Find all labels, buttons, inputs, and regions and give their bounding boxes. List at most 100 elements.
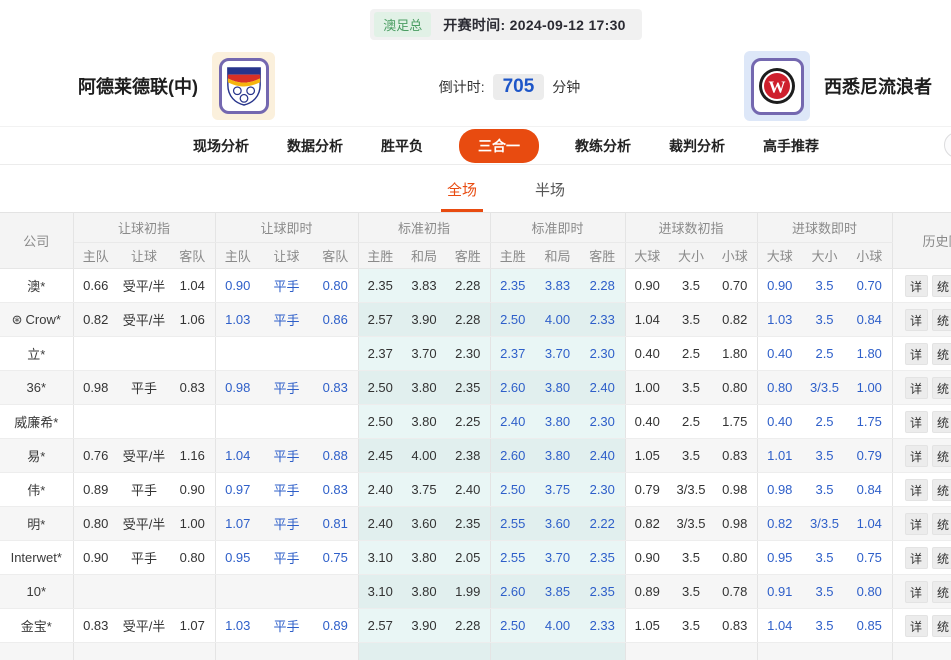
odds-cell: 2.33 [580,303,625,337]
actions-cell: 详统 [892,269,951,303]
company-name: 伟* [27,483,45,498]
odds-cell: 1.07 [170,609,215,643]
stats-button[interactable]: 统 [932,581,951,603]
table-row: 明*0.80受平/半1.001.07平手0.812.403.602.352.55… [0,507,951,541]
stats-button[interactable]: 统 [932,343,951,365]
odds-cell: 平手 [118,371,170,405]
away-team-crest-icon: W [744,51,810,121]
odds-cell: 0.80 [170,541,215,575]
company-cell: 36* [0,371,73,405]
nav-tab-live-analysis[interactable]: 现场分析 [191,132,251,160]
nav-tab-win-draw-lose[interactable]: 胜平负 [379,132,425,160]
stats-button[interactable]: 统 [932,275,951,297]
detail-button[interactable]: 详 [905,275,928,297]
odds-cell [215,405,260,439]
detail-button[interactable]: 详 [905,445,928,467]
odds-cell: 0.83 [170,371,215,405]
detail-button[interactable]: 详 [905,309,928,331]
odds-cell: 0.98 [757,473,802,507]
company-name: 澳* [27,279,45,294]
table-row: 易*0.76受平/半1.161.04平手0.882.454.002.382.60… [0,439,951,473]
column-group-standard-live: 标准即时 [490,213,625,243]
odds-cell: 0.80 [313,269,358,303]
odds-cell: 3/3.5 [669,473,713,507]
nav-tab-referee-analysis[interactable]: 裁判分析 [667,132,727,160]
column-group-standard-initial: 标准初指 [358,213,490,243]
odds-cell: 0.66 [73,269,118,303]
odds-cell: 平手 [260,303,313,337]
odds-cell: 2.55 [490,541,535,575]
subcolumn-header: 主队 [73,243,118,269]
odds-cell [260,337,313,371]
odds-table-header: 公司让球初指让球即时标准初指标准即时进球数初指进球数即时历史同赔主队让球客队主队… [0,213,951,269]
company-cell: ⊛Crow* [0,303,73,337]
odds-cell: 3.90 [402,303,446,337]
odds-cell [260,643,313,660]
odds-cell: 0.98 [713,473,757,507]
period-tab-full-match[interactable]: 全场 [441,169,483,212]
nav-scroll-button[interactable] [944,132,951,158]
odds-cell: 0.83 [73,609,118,643]
company-cell: 立* [0,337,73,371]
odds-cell: 2.35 [446,507,490,541]
odds-cell: 1.00 [170,507,215,541]
detail-button[interactable]: 详 [905,479,928,501]
odds-cell [118,575,170,609]
nav-tab-data-analysis[interactable]: 数据分析 [285,132,345,160]
table-row: 伟*0.89平手0.900.97平手0.832.403.752.402.503.… [0,473,951,507]
stats-button[interactable]: 统 [932,615,951,637]
odds-cell: 1.75 [847,405,892,439]
detail-button[interactable]: 详 [905,547,928,569]
kickoff-time: 开赛时间: 2024-09-12 17:30 [443,15,625,35]
subcolumn-header: 让球 [118,243,170,269]
odds-cell: 3.80 [535,405,580,439]
odds-cell: 0.82 [757,507,802,541]
odds-cell [73,405,118,439]
league-badge[interactable]: 澳足总 [374,12,431,37]
odds-cell: 1.16 [170,439,215,473]
detail-button[interactable]: 详 [905,513,928,535]
odds-cell: 0.84 [847,303,892,337]
nav-tab-expert-picks[interactable]: 高手推荐 [761,132,821,160]
stats-button[interactable]: 统 [932,309,951,331]
period-tab-half-match[interactable]: 半场 [529,169,571,212]
company-name: Crow* [26,312,61,327]
svg-text:W: W [769,78,786,97]
nav-tab-coach-analysis[interactable]: 教练分析 [573,132,633,160]
detail-button[interactable]: 详 [905,615,928,637]
countdown-value: 705 [493,74,545,100]
stats-button[interactable]: 统 [932,411,951,433]
company-cell: Interwet* [0,541,73,575]
odds-cell: 0.89 [313,609,358,643]
nav-tab-three-in-one[interactable]: 三合一 [459,129,539,163]
odds-cell: 2.22 [580,507,625,541]
odds-cell: 3.5 [802,303,847,337]
odds-cell: 受平/半 [118,609,170,643]
odds-cell [73,643,118,660]
stats-button[interactable]: 统 [932,547,951,569]
subcolumn-header: 大小 [802,243,847,269]
odds-cell: 1.04 [170,269,215,303]
stats-button[interactable]: 统 [932,513,951,535]
subcolumn-header: 客胜 [580,243,625,269]
stats-button[interactable]: 统 [932,479,951,501]
odds-cell: 1.03 [215,609,260,643]
subcolumn-header: 客胜 [446,243,490,269]
detail-button[interactable]: 详 [905,343,928,365]
company-name: 威廉希* [14,415,58,430]
table-row: ⊛Crow*0.82受平/半1.061.03平手0.862.573.902.28… [0,303,951,337]
odds-cell: 0.82 [625,507,669,541]
odds-cell: 平手 [118,541,170,575]
odds-cell: 0.70 [847,269,892,303]
odds-cell: 3.5 [802,473,847,507]
stats-button[interactable]: 统 [932,377,951,399]
odds-cell [713,643,757,660]
detail-button[interactable]: 详 [905,581,928,603]
odds-cell: 平手 [260,269,313,303]
nav-bar: 现场分析 数据分析 胜平负 三合一 教练分析 裁判分析 高手推荐 [0,126,951,165]
detail-button[interactable]: 详 [905,411,928,433]
detail-button[interactable]: 详 [905,377,928,399]
odds-cell: 2.33 [580,609,625,643]
odds-cell: 0.90 [73,541,118,575]
stats-button[interactable]: 统 [932,445,951,467]
